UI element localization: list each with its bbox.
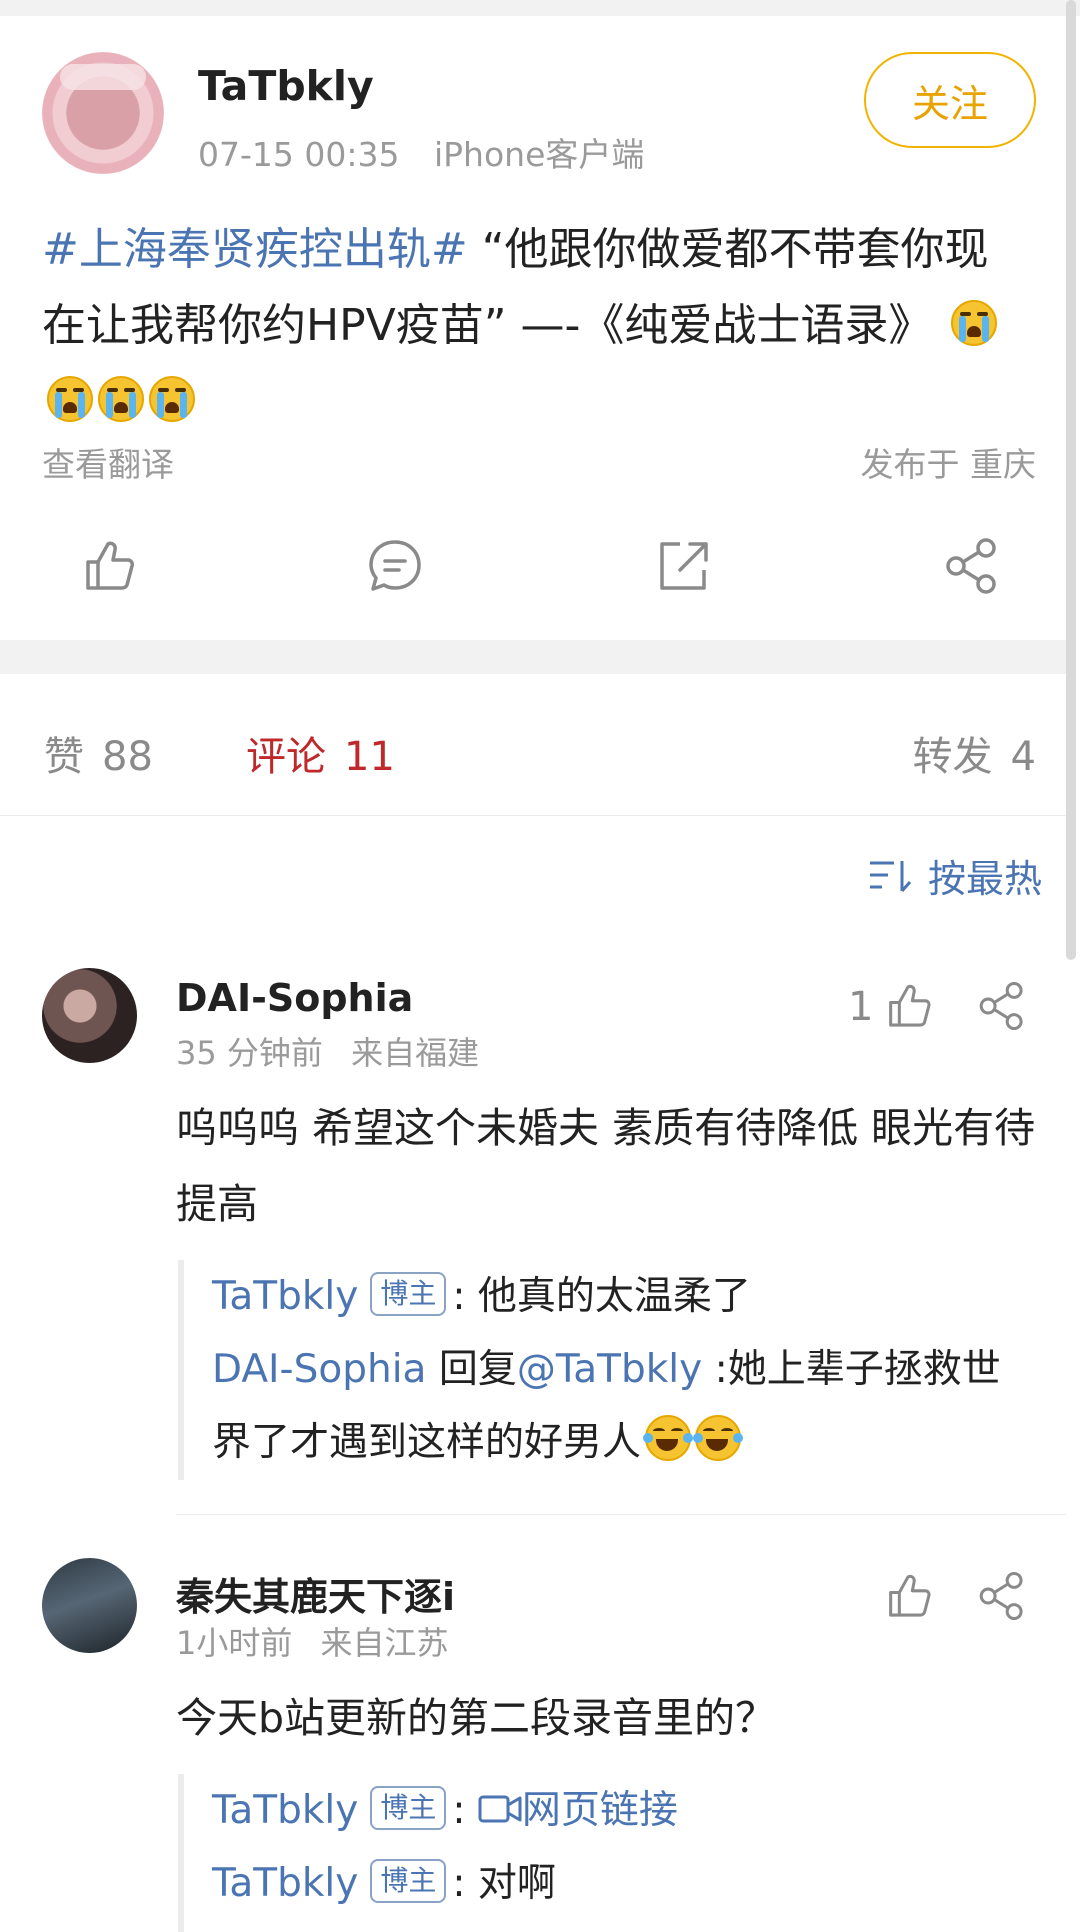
- tab-reposts[interactable]: 转发 4: [913, 724, 1036, 782]
- comment-meta: 1小时前 来自江苏: [176, 1618, 449, 1664]
- author-badge: 博主: [370, 1859, 447, 1903]
- likes-count: 88: [102, 734, 153, 780]
- reposts-count: 4: [1010, 734, 1036, 780]
- tab-comments[interactable]: 评论 11: [246, 724, 395, 782]
- sort-icon: [869, 860, 912, 892]
- comment-from: 来自福建: [351, 1034, 480, 1072]
- post-client: iPhone客户端: [433, 135, 645, 174]
- video-icon: [478, 1795, 522, 1823]
- reply-text: 他真的太温柔了: [477, 1274, 751, 1319]
- reply-separator: :: [452, 1788, 466, 1833]
- comment-time: 1小时前: [176, 1624, 293, 1662]
- reply-separator: :: [452, 1861, 466, 1906]
- reply-item: TaTbkly 博主: 网页链接: [212, 1774, 1018, 1847]
- comment-icon[interactable]: [365, 536, 425, 596]
- sort-label: 按最热: [927, 857, 1042, 901]
- follow-button[interactable]: 关注: [864, 52, 1036, 148]
- mention-link[interactable]: @TaTbkly: [517, 1347, 702, 1392]
- sort-selector[interactable]: 按最热: [868, 848, 1042, 903]
- like-icon[interactable]: [882, 980, 934, 1032]
- post-location: 发布于 重庆: [860, 445, 1037, 484]
- comment-item: DAI-Sophia 35 分钟前 来自福建 1 呜呜呜 希望这个未婚夫 素质有…: [0, 968, 1066, 1518]
- section-divider: [0, 640, 1066, 674]
- reply-item: TaTbkly 博主: 对啊: [212, 1847, 1018, 1920]
- laughing-crying-face-icon: [693, 1415, 744, 1461]
- comment-time: 35 分钟前: [176, 1034, 323, 1072]
- likes-label: 赞: [44, 734, 84, 780]
- comments-count: 11: [344, 734, 395, 780]
- share-icon[interactable]: [976, 1570, 1028, 1622]
- stats-tabs: 赞 88 评论 11 转发 4: [0, 674, 1066, 816]
- commenter-avatar[interactable]: [42, 1558, 137, 1653]
- reply-author[interactable]: DAI-Sophia: [212, 1347, 426, 1392]
- tab-likes[interactable]: 赞 88: [44, 724, 153, 782]
- comment-from: 来自江苏: [320, 1624, 449, 1662]
- comment-text: 呜呜呜 希望这个未婚夫 素质有待降低 眼光有待提高: [176, 1104, 1036, 1228]
- laughing-crying-face-icon: [643, 1415, 694, 1461]
- reply-separator: :: [714, 1347, 728, 1392]
- author-badge: 博主: [370, 1786, 447, 1830]
- action-bar: [0, 536, 1066, 622]
- reply-item: TaTbkly 博主: 他真的太温柔了: [212, 1260, 1018, 1333]
- author-name[interactable]: TaTbkly: [198, 62, 374, 110]
- reply-item: DAI-Sophia 回复@TaTbkly :她上辈子拯救世界了才遇到这样的好男…: [212, 1333, 1018, 1479]
- post-time: 07-15 00:35: [198, 135, 400, 174]
- crying-face-icon: [149, 376, 195, 422]
- like-icon[interactable]: [78, 536, 138, 596]
- reply-author[interactable]: TaTbkly: [212, 1274, 358, 1319]
- web-link-label: 网页链接: [521, 1788, 678, 1833]
- translate-link[interactable]: 查看翻译: [42, 438, 174, 486]
- reply-author[interactable]: TaTbkly: [212, 1861, 358, 1906]
- reply-word: 回复: [438, 1347, 517, 1392]
- comment-meta: 35 分钟前 来自福建: [176, 1028, 479, 1074]
- share-icon[interactable]: [976, 980, 1028, 1032]
- reply-thread[interactable]: TaTbkly 博主: 他真的太温柔了 DAI-Sophia 回复@TaTbkly…: [178, 1260, 1018, 1480]
- reply-thread[interactable]: TaTbkly 博主: 网页链接 TaTbkly 博主: 对啊: [178, 1774, 1018, 1932]
- crying-face-icon: [951, 300, 998, 346]
- commenter-avatar[interactable]: [42, 968, 137, 1063]
- author-avatar[interactable]: [42, 52, 164, 174]
- comment-item: 秦失其鹿天下逐i 1小时前 来自江苏 今天b站更新的第二段录音里的？ TaTbk…: [0, 1558, 1066, 1932]
- top-strip: [0, 0, 1080, 16]
- web-link[interactable]: 网页链接: [478, 1788, 678, 1833]
- crying-face-icon: [47, 376, 93, 422]
- commenter-name[interactable]: 秦失其鹿天下逐i: [176, 1566, 455, 1621]
- reply-separator: :: [452, 1274, 466, 1319]
- reply-text: 对啊: [477, 1861, 556, 1906]
- commenter-name[interactable]: DAI-Sophia: [176, 976, 413, 1020]
- post-meta: 07-15 00:35 iPhone客户端: [198, 128, 644, 176]
- comment-text: 今天b站更新的第二段录音里的？: [176, 1694, 777, 1742]
- repost-icon[interactable]: [654, 536, 714, 596]
- scrollbar[interactable]: [1066, 0, 1076, 960]
- post-body: #上海奉贤疾控出轨# “他跟你做爱都不带套你现在让我帮你约HPV疫苗” —-《纯…: [42, 212, 1032, 440]
- author-badge: 博主: [370, 1272, 447, 1316]
- crying-face-icon: [98, 376, 144, 422]
- comments-label: 评论: [246, 734, 326, 780]
- comment-like-count: 1: [848, 984, 874, 1030]
- comment-divider: [176, 1514, 1066, 1515]
- share-icon[interactable]: [942, 536, 1002, 596]
- like-icon[interactable]: [882, 1570, 934, 1622]
- reply-author[interactable]: TaTbkly: [212, 1788, 358, 1833]
- reposts-label: 转发: [912, 734, 993, 780]
- post-card: TaTbkly 07-15 00:35 iPhone客户端 关注 #上海奉贤疾控…: [0, 16, 1066, 640]
- topic-link[interactable]: #上海奉贤疾控出轨#: [42, 224, 468, 275]
